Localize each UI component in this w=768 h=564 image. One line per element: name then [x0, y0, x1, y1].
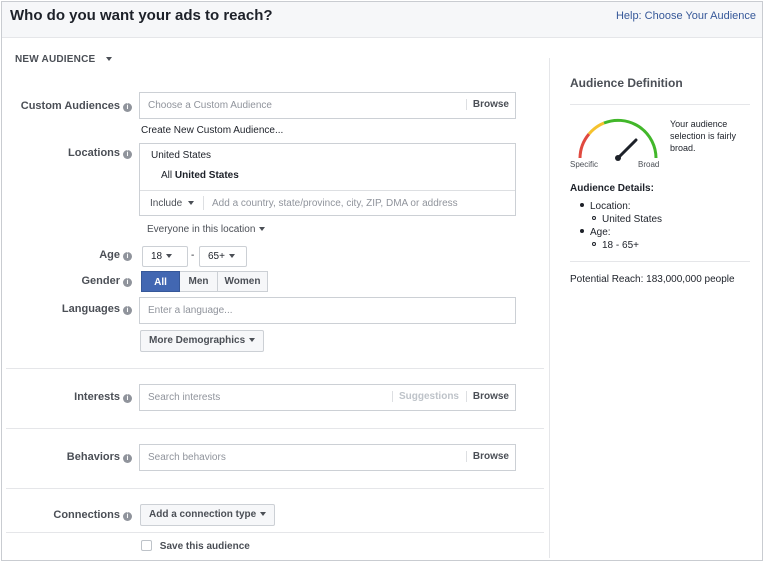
behaviors-placeholder: Search behaviors	[148, 452, 226, 463]
custom-audience-browse-button[interactable]: Browse	[465, 99, 509, 110]
interests-browse-button[interactable]: Browse	[465, 391, 509, 402]
divider	[6, 428, 544, 429]
gender-women-button[interactable]: Women	[218, 271, 268, 292]
chevron-down-icon	[166, 254, 173, 258]
bullet-icon	[580, 229, 584, 233]
custom-audiences-label: Custom Audiences i	[2, 100, 132, 112]
potential-reach: Potential Reach: 183,000,000 people	[570, 274, 735, 285]
connections-label: Connections i	[2, 509, 132, 521]
custom-audience-input[interactable]: Choose a Custom Audience Browse	[139, 92, 516, 119]
info-icon[interactable]: i	[123, 103, 132, 112]
interests-placeholder: Search interests	[148, 392, 221, 403]
behaviors-label: Behaviors i	[2, 451, 132, 463]
add-connection-type-button[interactable]: Add a connection type	[140, 504, 276, 526]
divider	[6, 368, 544, 369]
info-icon[interactable]: i	[123, 454, 132, 463]
languages-placeholder: Enter a language...	[148, 305, 233, 316]
locations-include-row: Include Add a country, state/province, c…	[140, 190, 515, 215]
languages-input[interactable]: Enter a language...	[139, 297, 516, 324]
audience-breadth-description: Your audience selection is fairly broad.	[670, 119, 737, 153]
bullet-icon	[580, 203, 584, 207]
divider	[6, 532, 544, 533]
audience-gauge-icon	[578, 118, 658, 161]
age-min-select[interactable]: 18	[142, 246, 188, 267]
gauge-broad-label: Broad	[638, 160, 660, 169]
gender-all-button[interactable]: All	[141, 271, 180, 292]
detail-location: Location:	[580, 201, 631, 212]
help-link[interactable]: Help: Choose Your Audience	[616, 10, 756, 22]
chevron-down-icon	[188, 201, 195, 205]
audience-definition-title: Audience Definition	[570, 76, 683, 90]
chevron-down-icon	[249, 338, 256, 342]
info-icon[interactable]: i	[123, 278, 132, 287]
location-search-input[interactable]: Add a country, state/province, city, ZIP…	[212, 198, 458, 209]
new-audience-label: NEW AUDIENCE	[15, 54, 96, 65]
behaviors-input[interactable]: Search behaviors Browse	[139, 444, 516, 471]
more-demographics-button[interactable]: More Demographics	[140, 330, 265, 352]
detail-age-value: 18 - 65+	[592, 240, 639, 251]
gender-label: Gender i	[2, 275, 132, 287]
gender-segmented-control: All Men Women	[141, 271, 268, 292]
info-icon[interactable]: i	[123, 306, 132, 315]
locations-label: Locations i	[2, 147, 132, 159]
chevron-down-icon	[228, 254, 235, 258]
page-title: Who do you want your ads to reach?	[10, 7, 273, 24]
detail-age: Age:	[580, 227, 611, 238]
sub-bullet-icon	[592, 242, 596, 246]
audience-details-title: Audience Details:	[570, 183, 654, 194]
behaviors-browse-button[interactable]: Browse	[465, 451, 509, 462]
audience-definition-panel: Audience Definition Specific Broad Your …	[549, 58, 762, 558]
include-divider	[203, 196, 204, 210]
custom-audience-placeholder: Choose a Custom Audience	[148, 100, 272, 111]
new-audience-dropdown[interactable]: NEW AUDIENCE	[15, 54, 113, 65]
location-country: United States	[151, 150, 212, 161]
gender-men-button[interactable]: Men	[180, 271, 218, 292]
age-dash: -	[191, 250, 195, 261]
info-icon[interactable]: i	[123, 512, 132, 521]
info-icon[interactable]: i	[123, 150, 132, 159]
interests-label: Interests i	[2, 391, 132, 403]
save-audience-row[interactable]: Save this audience	[141, 540, 250, 552]
chevron-down-icon	[260, 512, 267, 516]
sub-bullet-icon	[592, 216, 596, 220]
interests-input[interactable]: Search interests Suggestions Browse	[139, 384, 516, 411]
chevron-down-icon	[106, 57, 113, 61]
info-icon[interactable]: i	[123, 252, 132, 261]
everyone-in-location-dropdown[interactable]: Everyone in this location	[147, 224, 266, 235]
age-max-select[interactable]: 65+	[199, 246, 247, 267]
info-icon[interactable]: i	[123, 394, 132, 403]
languages-label: Languages i	[2, 303, 132, 315]
location-all-united-states: All United States	[161, 170, 239, 181]
header-bar: Who do you want your ads to reach? Help:…	[2, 2, 762, 38]
gauge-specific-label: Specific	[570, 160, 599, 169]
save-audience-label: Save this audience	[159, 541, 250, 552]
age-label: Age i	[2, 249, 132, 261]
create-custom-audience-link[interactable]: Create New Custom Audience...	[141, 125, 283, 136]
divider	[6, 488, 544, 489]
interests-suggestions-button[interactable]: Suggestions	[391, 391, 459, 402]
divider	[570, 261, 750, 262]
divider	[570, 104, 750, 105]
save-audience-checkbox[interactable]	[141, 540, 152, 551]
chevron-down-icon	[259, 227, 266, 231]
audience-panel: Who do you want your ads to reach? Help:…	[1, 1, 763, 561]
include-dropdown[interactable]: Include	[150, 198, 195, 209]
locations-box: United States All United States Include …	[139, 143, 516, 216]
detail-location-value: United States	[592, 214, 662, 225]
